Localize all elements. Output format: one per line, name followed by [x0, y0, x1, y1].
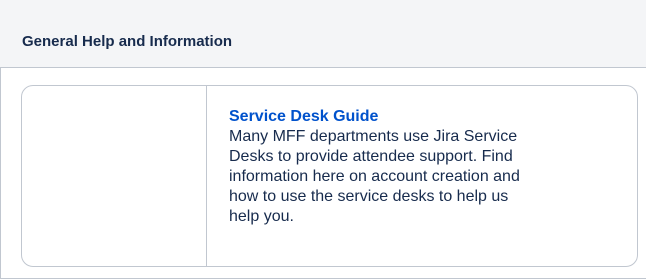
- description-line: information here on account creation and: [229, 168, 520, 185]
- card-image-column: [22, 86, 207, 266]
- description-line: Desks to provide attendee support. Find: [229, 148, 513, 165]
- description-line: Many MFF departments use Jira Service: [229, 128, 518, 145]
- panel-header: General Help and Information: [0, 0, 646, 68]
- panel-body: Service Desk Guide Many MFF departments …: [0, 68, 646, 279]
- service-desk-card: Service Desk Guide Many MFF departments …: [21, 85, 638, 267]
- description-line: how to use the service desks to help us: [229, 188, 509, 205]
- description-line: help you.: [229, 208, 294, 225]
- page: General Help and Information Service Des…: [0, 0, 646, 279]
- card-description: Many MFF departments use Jira Service De…: [229, 127, 559, 227]
- card-content: Service Desk Guide Many MFF departments …: [229, 107, 559, 227]
- service-desk-guide-link[interactable]: Service Desk Guide: [229, 107, 559, 127]
- panel-title: General Help and Information: [22, 33, 233, 50]
